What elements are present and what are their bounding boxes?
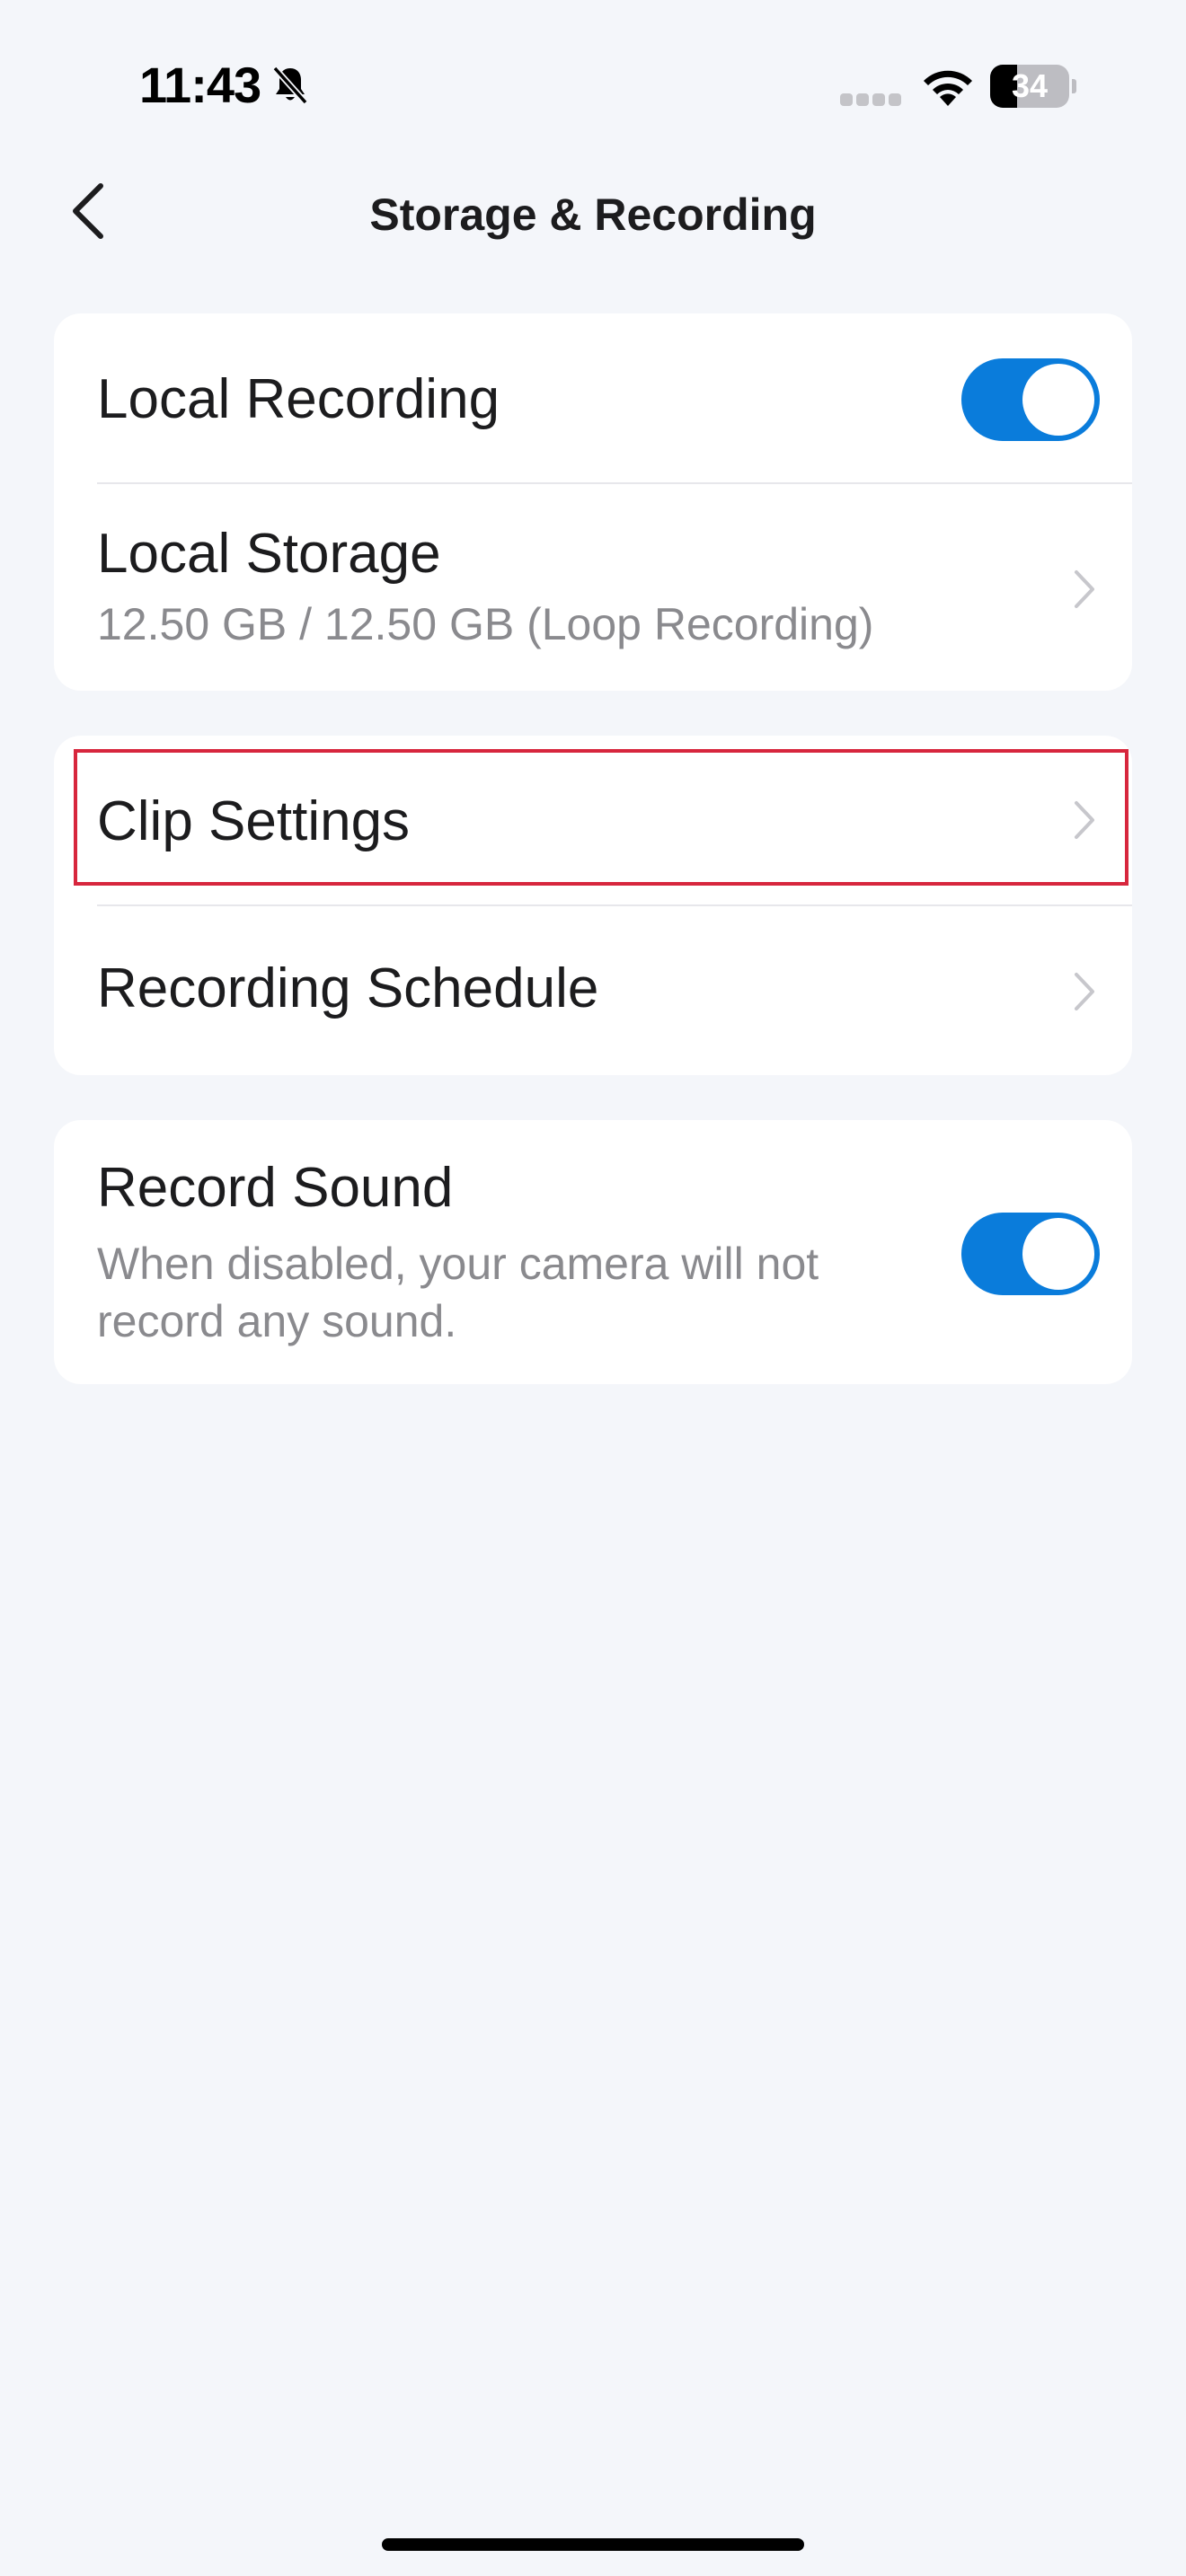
chevron-right-icon bbox=[1075, 973, 1094, 1010]
record-sound-toggle[interactable] bbox=[961, 1213, 1100, 1295]
toggle-knob bbox=[1022, 364, 1094, 436]
local-storage-detail: 12.50 GB / 12.50 GB (Loop Recording) bbox=[97, 599, 874, 649]
status-time: 11:43 bbox=[139, 57, 261, 113]
record-sound-description: When disabled, your camera will not reco… bbox=[97, 1239, 819, 1346]
chevron-right-icon bbox=[1075, 801, 1094, 839]
battery-level: 34 bbox=[1011, 67, 1049, 104]
record-sound-label: Record Sound bbox=[97, 1157, 454, 1219]
clip-settings-label: Clip Settings bbox=[97, 790, 411, 852]
page-title: Storage & Recording bbox=[369, 190, 817, 240]
local-recording-toggle[interactable] bbox=[961, 358, 1100, 441]
navigation-bar: Storage & Recording bbox=[0, 162, 1186, 260]
storage-recording-screen: 11:43 34 Storage & Recording Local Recor… bbox=[0, 0, 1186, 2576]
toggle-knob bbox=[1022, 1218, 1094, 1290]
clips-card: Clip Settings Recording Schedule bbox=[54, 736, 1132, 1075]
home-indicator[interactable] bbox=[382, 2538, 804, 2551]
battery-cap bbox=[1072, 79, 1076, 93]
sound-card: Record Sound When disabled, your camera … bbox=[54, 1120, 1132, 1384]
signal-icon bbox=[840, 93, 901, 106]
local-recording-label: Local Recording bbox=[97, 368, 500, 430]
local-storage-label: Local Storage bbox=[97, 523, 441, 585]
local-recording-row: Local Recording bbox=[54, 313, 1132, 484]
storage-card: Local Recording Local Storage 12.50 GB /… bbox=[54, 313, 1132, 691]
clip-settings-row[interactable]: Clip Settings bbox=[54, 736, 1132, 904]
chevron-right-icon bbox=[1075, 570, 1094, 608]
recording-schedule-label: Recording Schedule bbox=[97, 957, 599, 1019]
recording-schedule-row[interactable]: Recording Schedule bbox=[54, 906, 1132, 1075]
local-storage-row[interactable]: Local Storage 12.50 GB / 12.50 GB (Loop … bbox=[54, 484, 1132, 691]
battery-body: 34 bbox=[990, 65, 1069, 108]
record-sound-row: Record Sound When disabled, your camera … bbox=[54, 1120, 1132, 1384]
bell-slash-icon bbox=[272, 66, 308, 105]
status-bar: 11:43 34 bbox=[0, 0, 1186, 171]
wifi-icon bbox=[924, 70, 972, 106]
battery-icon: 34 bbox=[990, 65, 1076, 108]
